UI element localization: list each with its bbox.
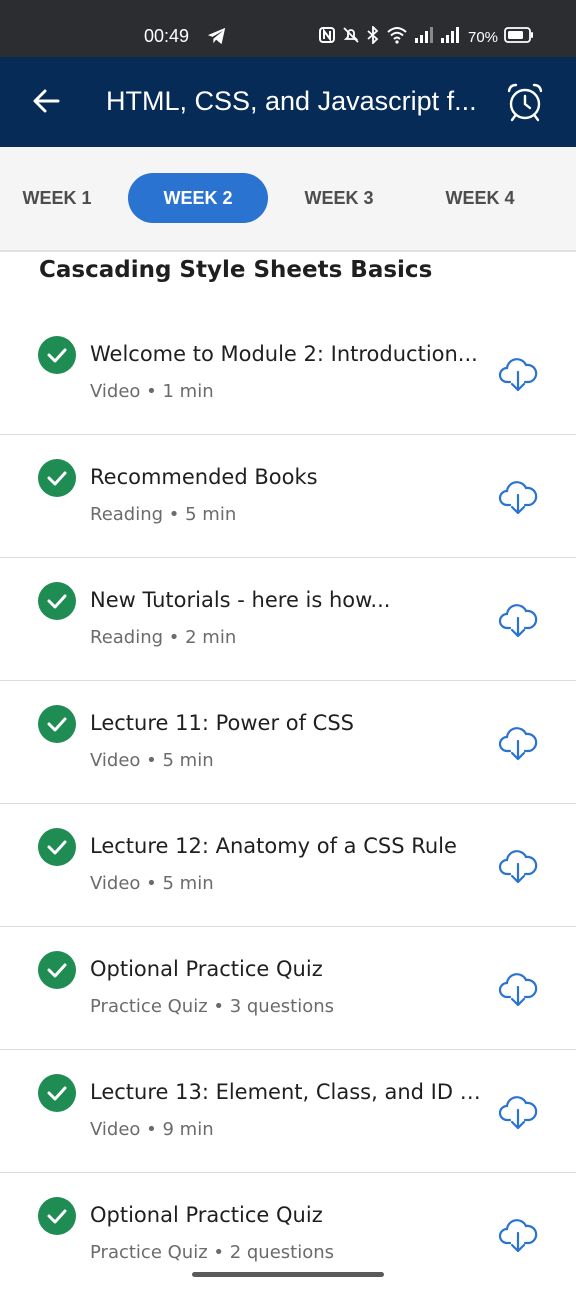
tab-week-2[interactable]: WEEK 2 [128, 173, 268, 223]
completed-check-icon [38, 459, 76, 497]
download-icon[interactable] [496, 352, 540, 396]
item-meta: Video • 1 min [90, 381, 214, 402]
tab-week-1[interactable]: WEEK 1 [0, 173, 127, 223]
list-item[interactable]: Welcome to Module 2: Introduction... Vid… [0, 312, 576, 435]
download-icon[interactable] [496, 721, 540, 765]
download-icon[interactable] [496, 967, 540, 1011]
item-meta: Video • 5 min [90, 873, 214, 894]
list-item[interactable]: Lecture 12: Anatomy of a CSS Rule Video … [0, 804, 576, 927]
signal-icon [440, 26, 460, 48]
download-icon[interactable] [496, 1090, 540, 1134]
list-item[interactable]: New Tutorials - here is how... Reading •… [0, 558, 576, 681]
completed-check-icon [38, 582, 76, 620]
list-item[interactable]: Recommended Books Reading • 5 min [0, 435, 576, 558]
download-icon[interactable] [496, 844, 540, 888]
app-bar: HTML, CSS, and Javascript f... [0, 57, 576, 147]
section-title: Cascading Style Sheets Basics [39, 257, 433, 283]
mute-icon [342, 26, 360, 48]
completed-check-icon [38, 1074, 76, 1112]
completed-check-icon [38, 828, 76, 866]
item-title: Lecture 13: Element, Class, and ID S... [90, 1080, 482, 1104]
nfc-icon [318, 26, 336, 48]
item-meta: Practice Quiz • 2 questions [90, 1242, 335, 1263]
back-button[interactable] [26, 83, 66, 123]
list-item[interactable]: Lecture 13: Element, Class, and ID S... … [0, 1050, 576, 1173]
download-icon[interactable] [496, 475, 540, 519]
alarm-button[interactable] [502, 81, 548, 127]
item-title: Optional Practice Quiz [90, 1203, 323, 1227]
signal-icon [414, 26, 434, 48]
gesture-nav-handle[interactable] [192, 1272, 384, 1277]
status-bar: 00:49 70% [0, 0, 576, 57]
week-tabs: WEEK 1 WEEK 2 WEEK 3 WEEK 4 [0, 147, 576, 252]
completed-check-icon [38, 336, 76, 374]
module-item-list: Welcome to Module 2: Introduction... Vid… [0, 312, 576, 1295]
bluetooth-icon [366, 24, 380, 48]
item-title: Optional Practice Quiz [90, 957, 323, 981]
telegram-icon [206, 26, 228, 50]
item-title: Lecture 12: Anatomy of a CSS Rule [90, 834, 457, 858]
completed-check-icon [38, 1197, 76, 1235]
battery-icon [504, 27, 534, 47]
battery-percent: 70% [468, 28, 499, 46]
download-icon[interactable] [496, 1213, 540, 1257]
item-meta: Practice Quiz • 3 questions [90, 996, 335, 1017]
item-meta: Reading • 5 min [90, 504, 237, 525]
status-icons: 70% [318, 24, 534, 48]
download-icon[interactable] [496, 598, 540, 642]
course-title: HTML, CSS, and Javascript f... [106, 86, 477, 116]
tab-week-3[interactable]: WEEK 3 [269, 173, 409, 223]
item-title: Recommended Books [90, 465, 318, 489]
item-meta: Video • 5 min [90, 750, 214, 771]
back-arrow-icon [32, 88, 60, 118]
wifi-icon [386, 26, 408, 48]
list-item[interactable]: Lecture 11: Power of CSS Video • 5 min [0, 681, 576, 804]
item-title: Welcome to Module 2: Introduction... [90, 342, 478, 366]
item-meta: Reading • 2 min [90, 627, 237, 648]
completed-check-icon [38, 705, 76, 743]
status-time: 00:49 [144, 26, 190, 46]
item-title: Lecture 11: Power of CSS [90, 711, 354, 735]
list-item[interactable]: Optional Practice Quiz Practice Quiz • 3… [0, 927, 576, 1050]
completed-check-icon [38, 951, 76, 989]
tab-week-4[interactable]: WEEK 4 [410, 173, 550, 223]
item-meta: Video • 9 min [90, 1119, 214, 1140]
item-title: New Tutorials - here is how... [90, 588, 391, 612]
alarm-clock-icon [504, 81, 546, 127]
